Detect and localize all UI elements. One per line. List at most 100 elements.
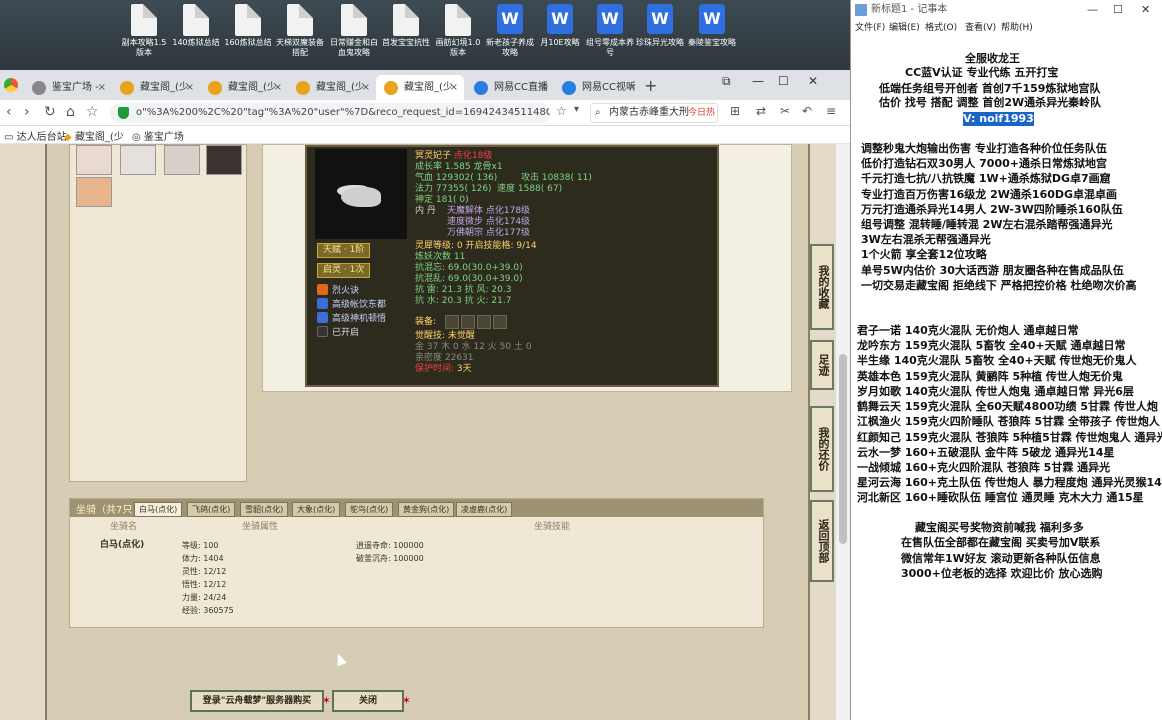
- mount-tab[interactable]: 黄金狗(点化): [398, 502, 455, 517]
- pet-lianyao: 炼妖次数 11: [415, 252, 466, 262]
- bookmark-item[interactable]: ▭ 达人后台站: [4, 128, 67, 143]
- desktop-icon[interactable]: W 秦陵鉴宝攻略: [686, 4, 738, 48]
- skill-item[interactable]: 已开启: [317, 325, 359, 338]
- tab-close-icon[interactable]: ×: [628, 75, 636, 100]
- desktop-icon-label: 140炼狱总结: [172, 38, 220, 47]
- pet-shen: 神定 181( 0): [415, 195, 469, 205]
- refresh-icon[interactable]: ↻: [44, 104, 56, 120]
- maximize-button[interactable]: ☐: [1113, 0, 1123, 20]
- my-bargain-button[interactable]: 我的还价: [810, 406, 834, 492]
- login-server-button[interactable]: 登录"云舟载梦"服务器购买 ✶: [190, 690, 331, 712]
- my-favorites-button[interactable]: 我的收藏: [810, 244, 834, 330]
- maximize-button[interactable]: ☐: [778, 74, 789, 88]
- desktop-icon[interactable]: 首发宝宝抗性: [380, 4, 432, 48]
- desktop-icon[interactable]: W 珍珠异光攻略: [634, 4, 686, 48]
- equip-slot[interactable]: [461, 315, 475, 329]
- document-icon: [341, 4, 367, 36]
- browser-logo-icon[interactable]: [4, 78, 18, 92]
- desktop-icon[interactable]: 日常赚金和白血鬼攻略: [328, 4, 380, 58]
- mount-tab[interactable]: 凌虚鹿(点化): [456, 502, 513, 517]
- desktop-icon[interactable]: 140炼狱总结: [170, 4, 222, 48]
- close-window-button[interactable]: ✕: [808, 74, 818, 88]
- mount-tab[interactable]: 大象(点化): [292, 502, 341, 517]
- bookmark-item[interactable]: ◆ 藏宝阁_(少: [64, 128, 124, 143]
- desktop-icon[interactable]: W 组号零成本养号: [584, 4, 636, 58]
- desktop-icon[interactable]: 副本攻略1.5版本: [118, 4, 170, 58]
- favicon-icon: [474, 81, 488, 95]
- browser-tab[interactable]: 藏宝阁_(少 ×: [200, 75, 288, 100]
- desktop-icon[interactable]: 天梯双魔装备搭配: [274, 4, 326, 58]
- notepad-menu-item[interactable]: 文件(F): [855, 20, 885, 36]
- skill-item[interactable]: 烈火诀: [317, 283, 359, 296]
- home-icon[interactable]: ⌂: [66, 104, 75, 120]
- browser-tab[interactable]: 网易CC视听 ×: [554, 75, 642, 100]
- close-window-button[interactable]: ✕: [1141, 0, 1150, 20]
- undo-icon[interactable]: ↶: [802, 104, 812, 118]
- translate-icon[interactable]: ⇄: [756, 104, 766, 118]
- browser-tab[interactable]: 藏宝阁_(少 ×: [376, 75, 464, 100]
- equip-slot[interactable]: [477, 315, 491, 329]
- browser-tab[interactable]: 网易CC直播 ×: [466, 75, 554, 100]
- child-list-panel: [69, 144, 247, 482]
- browser-tab[interactable]: 藏宝阁_(少 ×: [112, 75, 200, 100]
- notepad-menu-item[interactable]: 查看(V): [965, 20, 996, 36]
- minimize-button[interactable]: —: [752, 74, 764, 88]
- menu-icon[interactable]: ≡: [826, 104, 836, 118]
- avatar[interactable]: [206, 145, 242, 175]
- pet-lingxi: 灵犀等级: 0 开启技能格: 9/14: [415, 241, 537, 251]
- extensions-icon[interactable]: ⊞: [730, 104, 740, 118]
- forward-icon[interactable]: ›: [24, 104, 30, 120]
- tab-close-icon[interactable]: ×: [450, 75, 458, 100]
- mount-tab[interactable]: 雪貂(点化): [240, 502, 289, 517]
- tab-close-icon[interactable]: ×: [98, 75, 106, 100]
- skill-item[interactable]: 高级神机顿悟: [317, 311, 386, 324]
- tab-close-icon[interactable]: ×: [186, 75, 194, 100]
- tab-close-icon[interactable]: ×: [362, 75, 370, 100]
- avatar[interactable]: [76, 177, 112, 207]
- browser-tab[interactable]: 鉴宝广场 - ×: [24, 75, 112, 100]
- notepad-menu-item[interactable]: 格式(O): [925, 20, 957, 36]
- new-tab-button[interactable]: +: [644, 76, 657, 95]
- search-input[interactable]: ⌕ 内蒙古赤峰重大刑 今日热: [590, 103, 718, 123]
- mount-tab[interactable]: 白马(点化): [134, 502, 183, 517]
- desktop-icon[interactable]: W 新老孩子养成攻略: [484, 4, 536, 58]
- avatar[interactable]: [76, 145, 112, 175]
- avatar[interactable]: [120, 145, 156, 175]
- desktop-icon[interactable]: 画舫幻境1.0版本: [432, 4, 484, 58]
- back-to-top-button[interactable]: 返回顶部: [810, 500, 834, 582]
- minimize-button[interactable]: —: [1087, 0, 1098, 20]
- url-field[interactable]: o"%3A%200%2C%20"tag"%3A%20"user"%7D&reco…: [110, 103, 550, 123]
- page-scrollbar[interactable]: [836, 144, 850, 720]
- bookmark-item[interactable]: ◎ 鉴宝广场: [132, 128, 184, 143]
- notepad-menu-item[interactable]: 帮助(H): [1001, 20, 1033, 36]
- mount-tab[interactable]: 鸵鸟(点化): [345, 502, 394, 517]
- back-icon[interactable]: ‹: [6, 104, 12, 120]
- protect-label: 保护时间:: [415, 364, 455, 374]
- dropdown-icon[interactable]: ▾: [574, 104, 579, 115]
- scrollbar-thumb[interactable]: [839, 354, 847, 544]
- tab-search-icon[interactable]: ⧉: [722, 74, 731, 89]
- address-bar: ‹ › ↻ ⌂ ☆ o"%3A%200%2C%20"tag"%3A%20"use…: [0, 100, 850, 126]
- desktop-icon[interactable]: W 月10E攻略: [534, 4, 586, 48]
- tab-close-icon[interactable]: ×: [540, 75, 548, 100]
- avatar[interactable]: [164, 145, 200, 175]
- mount-tab[interactable]: 飞鸽(点化): [187, 502, 236, 517]
- pet-attack: 攻击 10838( 11): [521, 173, 592, 183]
- close-button[interactable]: 关闭 ✶: [332, 690, 411, 712]
- notepad-text-area[interactable]: 全服收龙王 CC蓝V认证 专业代练 五开打宝 低端任务组号开创者 首创7千159炼狱…: [851, 36, 1162, 720]
- notepad-line: CC蓝V认证 专业代练 五开打宝: [905, 66, 1059, 79]
- desktop-icon[interactable]: 160炼狱总结: [222, 4, 274, 48]
- tab-close-icon[interactable]: ×: [274, 75, 282, 100]
- star-icon[interactable]: ☆: [556, 104, 567, 118]
- equip-slot[interactable]: [445, 315, 459, 329]
- cut-icon[interactable]: ✂: [780, 104, 790, 118]
- footprint-button[interactable]: 足迹: [810, 340, 834, 390]
- pet-dan-3: 万佛朝宗 点化177级: [447, 228, 531, 238]
- pet-hp: 气血 129302( 136): [415, 173, 498, 183]
- bookmark-star-icon[interactable]: ☆: [86, 104, 99, 120]
- skill-item[interactable]: 高级帐饮东都: [317, 297, 386, 310]
- wps-doc-icon: W: [647, 4, 673, 34]
- equip-slot[interactable]: [493, 315, 507, 329]
- browser-tab[interactable]: 藏宝阁_(少 ×: [288, 75, 376, 100]
- notepad-menu-item[interactable]: 编辑(E): [889, 20, 920, 36]
